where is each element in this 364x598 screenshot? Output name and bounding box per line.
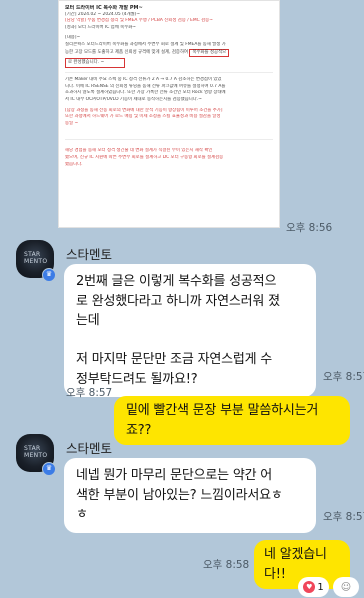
avatar-logo: STAR MENTO — [24, 445, 48, 459]
sender-name: 스타멘토 — [66, 441, 113, 456]
message-text: 네넵 뭔가 마무리 문단으로는 약간 어 색한 부분이 남아있는? 느낌이라서요… — [76, 468, 283, 522]
message-text: 2번째 글은 이렇게 복수화를 성공적으 로 완성했다라고 하니까 자연스러워 … — [76, 274, 280, 387]
message-time: 오후 8:58 — [203, 559, 250, 571]
doc-line: [성과] 모터 드라이버 IC 업체 복수화~ — [65, 24, 136, 30]
verified-crown-icon: ♛ — [42, 268, 56, 282]
doc-line-text: 능한 고장 모드를 도출하고 제품 신뢰성 규격에 맞게 설계, 검증하여 — [65, 49, 189, 55]
doc-line: 실리콘웍스 모터드라이버 복수화를 과정에서 주변부 회로 설계 및 FMEA를… — [65, 41, 226, 47]
smile-plus-icon: ☺ — [340, 581, 352, 593]
doc-line: 했습니다. — [65, 161, 83, 167]
heart-reaction[interactable]: ♥ 1 — [298, 577, 329, 597]
message-time: 오후 8:57 — [66, 387, 113, 399]
doc-line: 초과하지 않도록 설계하였습니다. 또한 가장 가혹한 전류 조건인 모터 Ro… — [65, 90, 226, 96]
sender-name: 스타멘토 — [66, 247, 113, 262]
shared-document-image[interactable]: 모터 드라이버 IC 복수화 개발 PM~ [기간] 2024.02 ~ 202… — [58, 0, 280, 228]
received-message-bubble[interactable]: 네넵 뭔가 마무리 문단으로는 약간 어 색한 부분이 남아있는? 느낌이라서요… — [64, 458, 316, 533]
doc-line: 해당 경험을 통해 모터 정격 생긴술 데 변화 설계가 직결된 부이 있는지 … — [65, 148, 213, 154]
doc-line: 니다. 이에 IC RSENSE 의 신뢰성 튜닝을 통해 전류 파크값에 여유… — [65, 83, 226, 89]
message-time: 오후 8:56 — [286, 222, 333, 234]
doc-line: 동일 ~ — [65, 120, 79, 126]
message-time: 오후 8:57 — [323, 371, 364, 383]
doc-line: 했으며, 신규 IC 지원에 따른 주변부 회로를 설계하고 DC 모터 구동형… — [65, 154, 224, 160]
heart-icon: ♥ — [303, 581, 316, 593]
verified-crown-icon: ♛ — [42, 462, 56, 476]
doc-line: [담당 역할] 부품 변경점 정리 및 FMEA 수행 / PCBA 신뢰성 검… — [65, 18, 213, 24]
highlight-box-block: 로 완성했습니다. ~ — [65, 58, 125, 69]
reaction-count: 1 — [317, 581, 324, 593]
doc-line: 능한 고장 모드를 도출하고 제품 신뢰성 규격에 맞게 설계, 검증하여 복수… — [65, 48, 273, 58]
avatar-logo: STAR MENTO — [24, 251, 48, 265]
sent-message-bubble[interactable]: 밑에 빨간색 문장 부분 말씀하시는거죠?? — [114, 396, 350, 445]
doc-line: 모터 드라이버 IC 복수화 개발 PM~ — [65, 5, 143, 11]
doc-line: 또한 과정에서 하드웨어 가 로드 매칭 및 미세 조정을 스킬 효율성과 비용… — [65, 114, 221, 120]
doc-line: [내용]~ — [65, 35, 81, 41]
received-message-bubble[interactable]: 2번째 글은 이렇게 복수화를 성공적으 로 완성했다라고 하니까 자연스러워 … — [64, 264, 316, 397]
message-time: 오후 8:57 — [323, 511, 364, 523]
message-text: 밑에 빨간색 문장 부분 말씀하시는거죠?? — [126, 403, 319, 438]
doc-line: 기존 Maker 대비 주요 스펙 중 IC 정격 전류가 2 A → 0.7 … — [65, 77, 222, 83]
highlight-box-inline: 복수화를 성공적으 — [189, 48, 230, 58]
doc-line: [기간] 2024.02 ~ 2024.05 (4개월)~ — [65, 11, 141, 17]
doc-line: 서 IC 내부 OCP/OTP/UVLO 기능이 제대로 동작하는지를 검증했습… — [65, 96, 202, 102]
doc-line: [답장 과정을 통해 전동 회로의 변화에 대한 분석 기능이 향상됨이 이루어… — [65, 107, 223, 113]
add-reaction-button[interactable]: ☺ — [333, 577, 359, 597]
